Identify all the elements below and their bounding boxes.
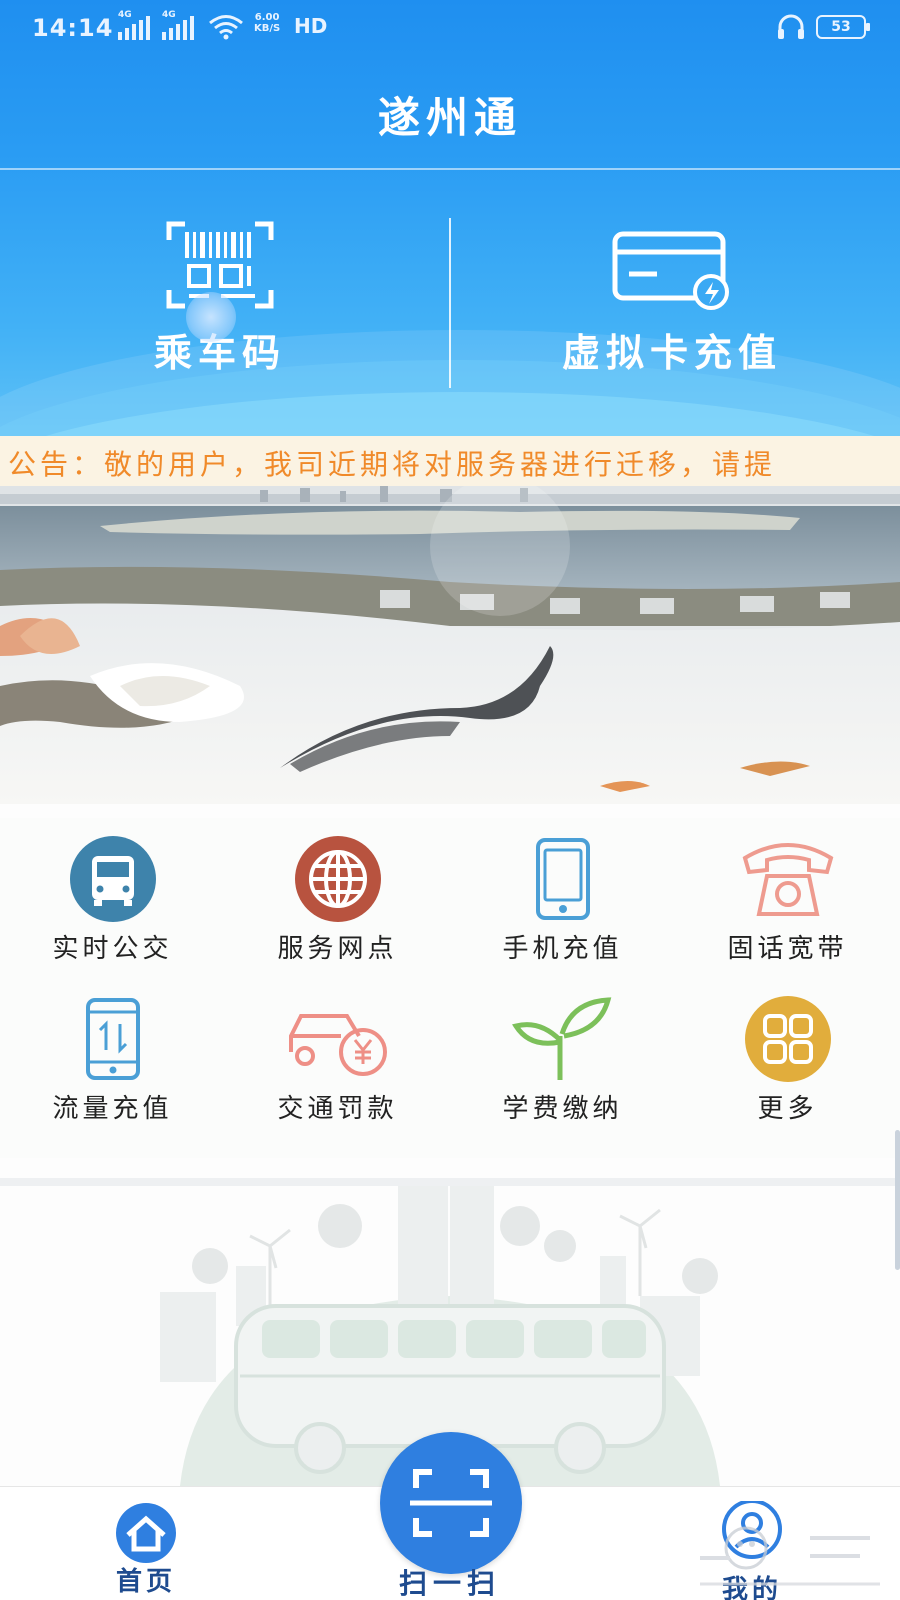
cell-signal-icon: 4G xyxy=(118,10,150,40)
service-label: 实时公交 xyxy=(52,934,173,964)
service-outlets[interactable]: 服务网点 xyxy=(225,836,450,986)
scan-label: 扫一扫 xyxy=(398,1567,501,1600)
sprout-icon xyxy=(511,997,611,1080)
headset-icon xyxy=(778,14,804,39)
service-label: 学费缴纳 xyxy=(502,1094,623,1124)
services-grid: 实时公交 服务网点 手机充值 固话宽带 流量充值 交通罚款 学费缴纳 更多 xyxy=(0,818,900,1158)
notice-text: 公告：敬的用户，我司近期将对服务器进行迁移，请提 xyxy=(8,448,777,481)
network-speed-unit: KB/S xyxy=(254,23,281,34)
status-time: 14:14 xyxy=(32,14,114,42)
hd-indicator: HD xyxy=(294,14,328,38)
virtual-card-topup-label: 虚拟卡充值 xyxy=(561,330,782,375)
service-mobile-topup[interactable]: 手机充值 xyxy=(450,836,675,986)
scan-icon xyxy=(410,1469,492,1537)
service-more[interactable]: 更多 xyxy=(675,996,900,1146)
status-bar: 14:14 4G 4G 6.00 KB/S HD 53 xyxy=(0,0,900,54)
battery-indicator: 53 xyxy=(816,15,870,39)
card-recharge-icon xyxy=(612,231,729,310)
network-type-label: 4G xyxy=(162,10,176,20)
banner-image xyxy=(0,486,900,804)
side-edge-handle[interactable] xyxy=(895,1130,900,1270)
app-screen: 14:14 4G 4G 6.00 KB/S HD 53 遂州通 乘车码 虚拟卡充… xyxy=(0,0,900,1600)
scan-button[interactable] xyxy=(380,1432,522,1574)
tab-home-label: 首页 xyxy=(115,1567,176,1597)
service-label: 更多 xyxy=(757,1094,818,1124)
bus-icon xyxy=(69,836,156,922)
network-speed: 6.00 KB/S xyxy=(254,12,280,34)
wifi-icon xyxy=(209,15,243,40)
section-divider xyxy=(0,1178,900,1186)
service-label: 固话宽带 xyxy=(727,934,848,964)
watermark-logo xyxy=(700,1526,880,1586)
service-traffic-fines[interactable]: 交通罚款 xyxy=(225,996,450,1146)
home-icon xyxy=(116,1503,176,1563)
data-phone-icon xyxy=(85,998,140,1080)
title-divider xyxy=(0,168,900,170)
header-divider xyxy=(449,218,451,388)
network-speed-value: 6.00 xyxy=(254,12,280,23)
globe-icon xyxy=(294,836,381,922)
telephone-icon xyxy=(742,843,833,916)
header-panel: 14:14 4G 4G 6.00 KB/S HD 53 遂州通 乘车码 虚拟卡充… xyxy=(0,0,900,436)
touch-indicator xyxy=(186,292,236,342)
app-title: 遂州通 xyxy=(377,93,522,142)
service-label: 手机充值 xyxy=(502,934,623,964)
service-label: 服务网点 xyxy=(277,934,398,964)
service-label: 流量充值 xyxy=(52,1094,173,1124)
phone-icon xyxy=(535,838,590,920)
service-data-topup[interactable]: 流量充值 xyxy=(0,996,225,1146)
notice-marquee[interactable]: 公告：敬的用户，我司近期将对服务器进行迁移，请提 xyxy=(0,436,900,486)
grid-more-icon xyxy=(744,996,831,1082)
car-fine-icon xyxy=(288,1014,387,1076)
service-landline-broadband[interactable]: 固话宽带 xyxy=(675,836,900,986)
battery-level: 53 xyxy=(831,19,851,35)
tab-home[interactable]: 首页 xyxy=(66,1487,226,1600)
virtual-card-topup-button[interactable]: 虚拟卡充值 xyxy=(452,220,892,380)
network-type-label: 4G xyxy=(118,10,132,20)
service-tuition[interactable]: 学费缴纳 xyxy=(450,996,675,1146)
promo-banner[interactable] xyxy=(0,486,900,804)
cell-signal-icon: 4G xyxy=(162,10,194,40)
service-label: 交通罚款 xyxy=(277,1094,398,1124)
service-realtime-bus[interactable]: 实时公交 xyxy=(0,836,225,986)
